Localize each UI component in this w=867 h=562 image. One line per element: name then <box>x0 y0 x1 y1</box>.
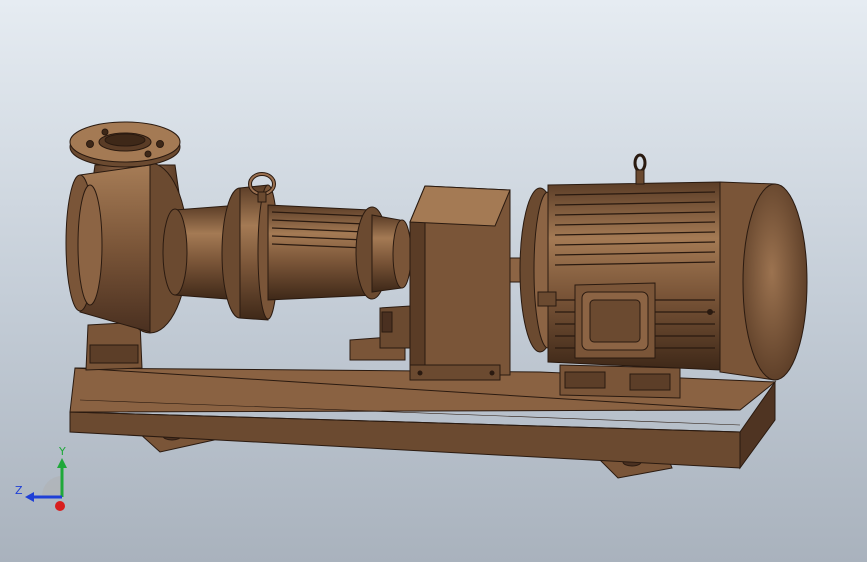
y-axis-label: Y <box>58 445 66 458</box>
x-axis-dot <box>55 501 65 511</box>
electric-motor <box>519 153 808 399</box>
finned-coupling-housing <box>267 204 412 361</box>
axis-triad: Y Z <box>15 445 67 511</box>
coupling-guard <box>409 185 531 381</box>
3d-viewport[interactable]: Y Z <box>0 0 867 562</box>
pump-assembly-model[interactable]: Y Z <box>0 0 867 562</box>
z-axis-label: Z <box>15 484 23 497</box>
